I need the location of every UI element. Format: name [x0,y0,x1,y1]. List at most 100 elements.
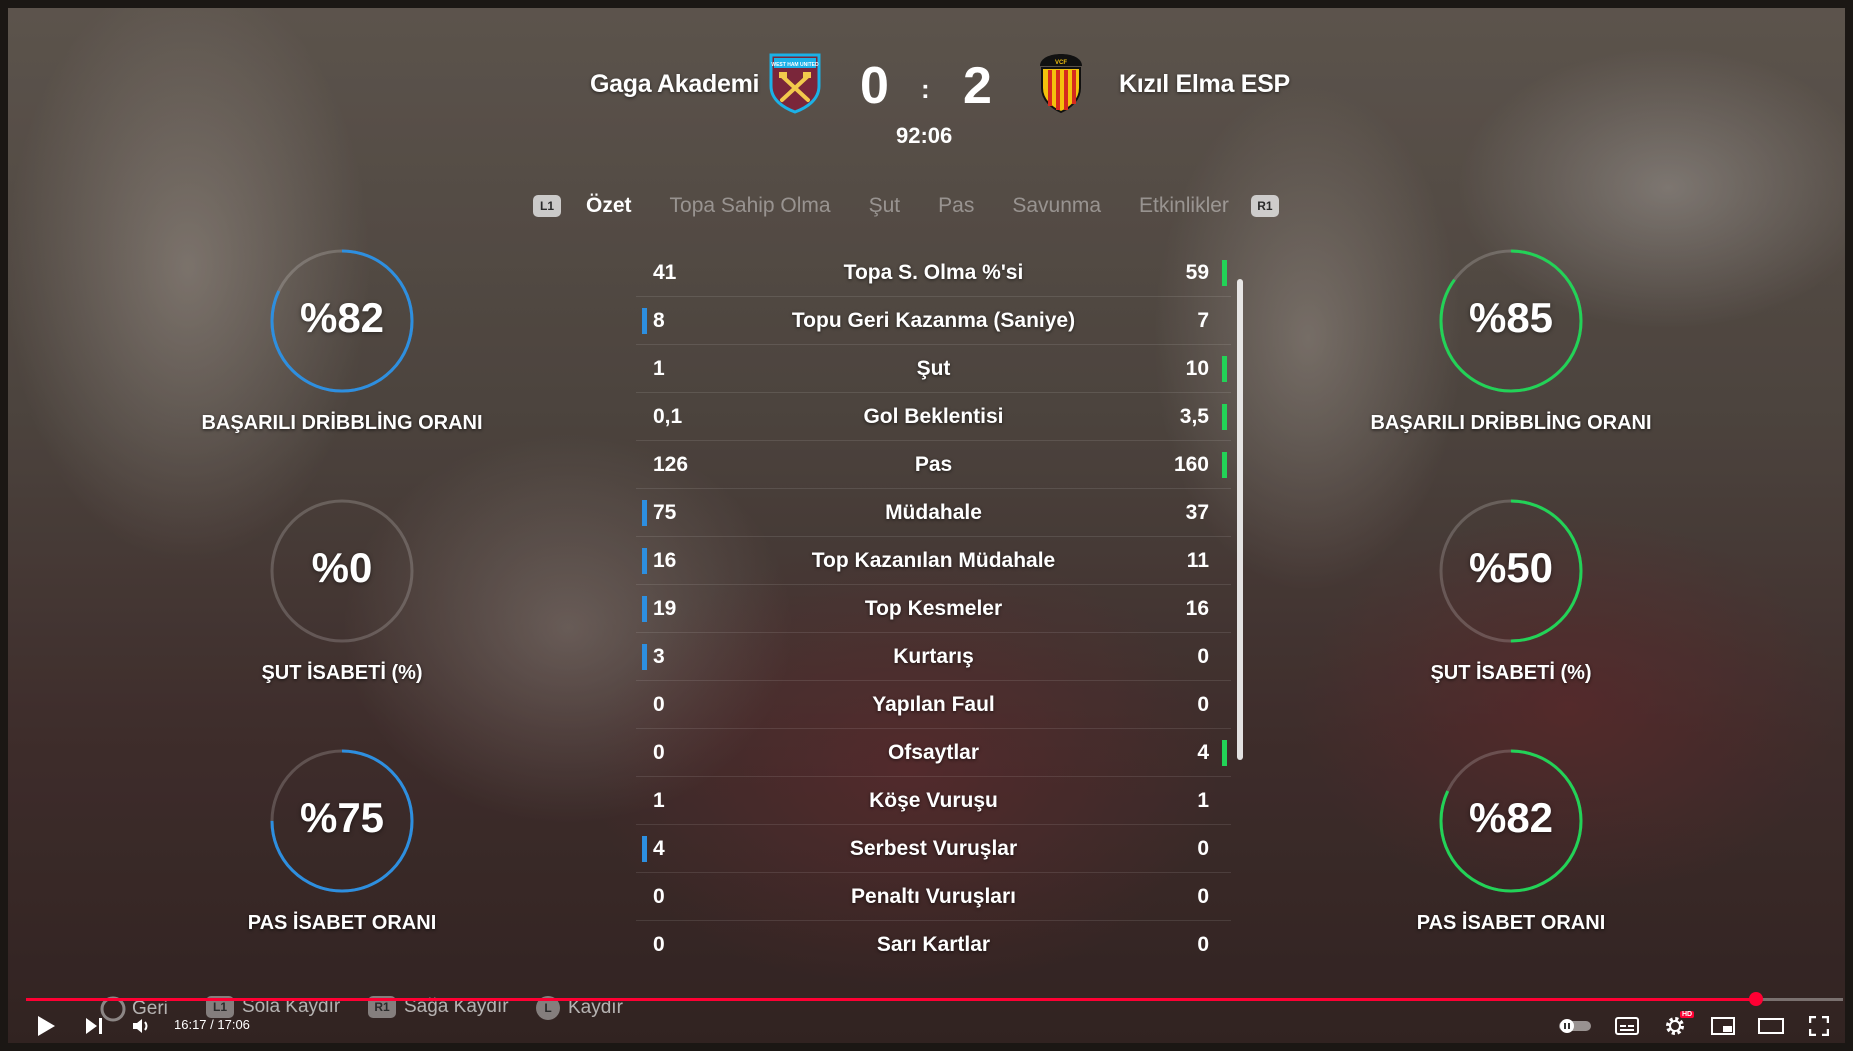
stat-row: 1 Şut 10 [636,345,1231,393]
next-button[interactable] [78,1010,110,1042]
autoplay-toggle-icon [1559,1019,1591,1033]
miniplayer-icon [1711,1017,1735,1035]
settings-button[interactable]: HD [1658,1010,1695,1042]
stat-label: Penaltı Vuruşları [851,885,1016,908]
stat-row: 0 Sarı Kartlar 0 [636,921,1231,968]
stat-label: Sarı Kartlar [876,933,991,956]
away-pass-accuracy-ring: %82 [1438,748,1584,894]
theater-mode-icon [1758,1018,1784,1034]
stat-away-value: 0 [1197,837,1209,860]
skip-next-icon [86,1018,102,1034]
stat-away-value: 0 [1197,933,1209,956]
stat-row: 126 Pas 160 [636,441,1231,489]
home-team-crest: WEST HAM UNITED [769,53,821,114]
stat-away-value: 0 [1197,885,1209,908]
progress-bar[interactable] [26,992,1843,1006]
subtitles-icon [1615,1017,1639,1035]
home-dribbling-label: BAŞARILI DRİBBLİNG ORANI [201,412,483,434]
fullscreen-icon [1809,1016,1829,1036]
stat-away-value: 16 [1185,597,1209,620]
tab-ozet[interactable]: Özet [586,194,632,218]
away-shot-accuracy-value: %50 [1468,544,1554,591]
volume-icon [133,1019,148,1033]
stat-label: Topu Geri Kazanma (Saniye) [791,309,1076,332]
stats-table: 41 Topa S. Olma %'si 59 8 Topu Geri Kazanma… [636,249,1231,968]
stat-label: Top Kesmeler [864,597,1003,620]
tab-pas[interactable]: Pas [938,194,974,218]
tab-sut[interactable]: Şut [869,194,901,218]
stat-label: Kurtarış [893,645,974,668]
stat-away-value: 160 [1173,453,1209,476]
stat-label: Şut [916,357,951,380]
home-score: 0 [860,57,889,115]
stat-row: 8 Topu Geri Kazanma (Saniye) 7 [636,297,1231,345]
stat-away-value: 59 [1185,261,1209,284]
stat-row: 4 Serbest Vuruşlar 0 [636,825,1231,873]
play-icon [38,1016,55,1036]
away-leader-bar [1222,356,1227,382]
home-shot-accuracy-value: %0 [311,544,373,591]
video-frame[interactable]: Gaga Akademi WEST HAM UNITED 0 : 2 92:06… [8,8,1845,1043]
stat-away-value: 10 [1185,357,1209,380]
stat-label: Yapılan Faul [872,693,995,716]
stat-row: 16 Top Kazanılan Müdahale 11 [636,537,1231,585]
away-pass-accuracy-label: PAS İSABET ORANI [1416,912,1606,934]
progress-played [26,998,1756,1001]
away-team-name: Kızıl Elma ESP [1119,70,1290,98]
volume-button[interactable] [126,1010,158,1042]
away-leader-bar [1222,740,1227,766]
stat-row: 0 Yapılan Faul 0 [636,681,1231,729]
stat-away-value: 37 [1185,501,1209,524]
stats-tab-bar: L1 Özet Topa Sahip Olma Şut Pas Savunma … [533,191,1279,221]
stat-label: Köşe Vuruşu [869,789,998,812]
stat-away-value: 11 [1186,549,1209,572]
stat-row: 41 Topa S. Olma %'si 59 [636,249,1231,297]
away-pass-accuracy-value: %82 [1468,794,1554,841]
away-shot-accuracy-ring: %50 [1438,498,1584,644]
stat-label: Ofsaytlar [887,741,980,764]
home-crest-lettering: WEST HAM UNITED [771,62,819,68]
play-button[interactable] [30,1010,62,1042]
stat-row: 3 Kurtarış 0 [636,633,1231,681]
theater-mode-button[interactable] [1753,1010,1789,1042]
progress-scrubber[interactable] [1748,992,1763,1006]
time-display: 16:17 / 17:06 [174,1017,250,1032]
away-leader-bar [1222,404,1227,430]
hd-badge: HD [1680,1011,1695,1018]
away-shot-accuracy-label: ŞUT İSABETİ (%) [1430,662,1592,684]
stat-away-value: 1 [1197,789,1209,812]
away-team-crest: VCF [1040,54,1082,114]
tab-etkinlikler[interactable]: Etkinlikler [1139,194,1229,218]
stat-away-value: 0 [1197,693,1209,716]
tab-savunma[interactable]: Savunma [1012,194,1101,218]
home-shot-accuracy-ring: %0 [269,498,415,644]
home-pass-accuracy-ring: %75 [269,748,415,894]
away-dribbling-value: %85 [1468,294,1554,341]
home-dribbling-ring: %82 [269,248,415,394]
away-dribbling-ring: %85 [1438,248,1584,394]
home-pass-accuracy-label: PAS İSABET ORANI [247,912,437,934]
fullscreen-button[interactable] [1802,1010,1836,1042]
home-shot-accuracy-label: ŞUT İSABETİ (%) [261,662,423,684]
l1-button-badge[interactable]: L1 [533,195,561,217]
stat-label: Pas [914,453,953,476]
away-dribbling-label: BAŞARILI DRİBBLİNG ORANI [1370,412,1652,434]
stats-scrollbar[interactable] [1237,279,1243,760]
stat-row: 0 Penaltı Vuruşları 0 [636,873,1231,921]
r1-button-badge[interactable]: R1 [1250,195,1279,217]
stat-row: 1 Köşe Vuruşu 1 [636,777,1231,825]
autoplay-toggle[interactable] [1555,1010,1595,1042]
stat-row: 19 Top Kesmeler 16 [636,585,1231,633]
home-pass-accuracy-value: %75 [299,794,385,841]
away-leader-bar [1222,260,1227,286]
stat-away-value: 0 [1197,645,1209,668]
subtitles-button[interactable] [1610,1010,1644,1042]
away-leader-bar [1222,452,1227,478]
stat-away-value: 3,5 [1179,405,1209,428]
stat-row: 0 Ofsaytlar 4 [636,729,1231,777]
stat-label: Topa S. Olma %'si [843,261,1024,284]
stat-row: 0,1 Gol Beklentisi 3,5 [636,393,1231,441]
tab-topa-sahip-olma[interactable]: Topa Sahip Olma [670,194,831,218]
miniplayer-button[interactable] [1706,1010,1740,1042]
stat-label: Müdahale [885,501,982,524]
